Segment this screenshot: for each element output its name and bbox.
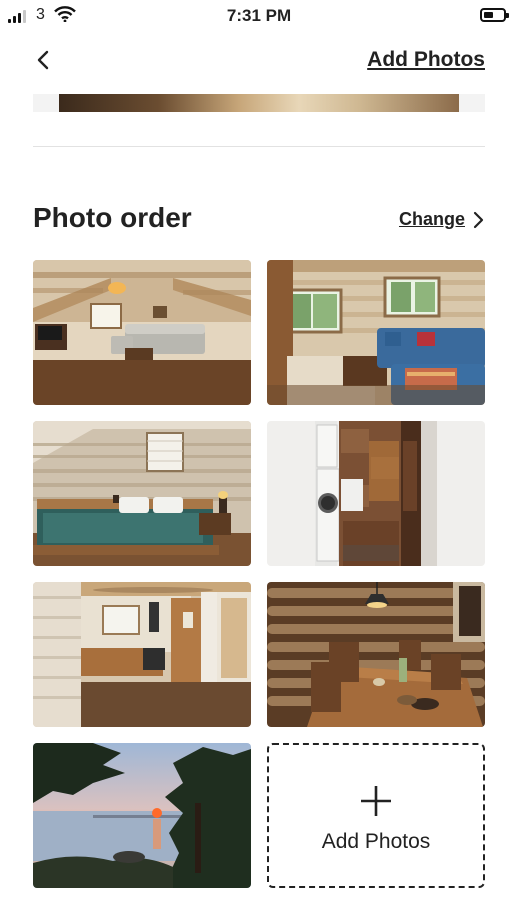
change-order-button[interactable]: Change (399, 209, 485, 230)
add-photos-link[interactable]: Add Photos (367, 48, 485, 72)
section-title: Photo order (33, 202, 192, 233)
battery-icon (480, 8, 509, 22)
back-button[interactable] (32, 48, 56, 72)
chevron-left-icon (37, 50, 49, 70)
cover-photo-strip (33, 94, 485, 112)
chevron-right-icon (473, 211, 484, 228)
divider (33, 146, 485, 147)
bedroom-photo[interactable] (33, 421, 251, 566)
dining-room-photo[interactable] (267, 582, 485, 727)
living-room-sofa-photo[interactable] (267, 260, 485, 405)
status-time: 7:31 PM (226, 6, 292, 25)
plus-icon (361, 785, 391, 816)
lake-sunset-photo[interactable] (33, 743, 251, 888)
attic-living-room-photo[interactable] (33, 260, 251, 405)
cover-photo-image (59, 94, 459, 112)
kitchen-photo[interactable] (33, 582, 251, 727)
change-label: Change (398, 209, 465, 229)
add-photos-tile[interactable]: Add Photos (267, 743, 485, 888)
status-bar: 3 7:31 PM (0, 0, 518, 34)
add-photos-tile-label: Add Photos (321, 829, 431, 853)
bathroom-laundry-photo[interactable] (267, 421, 485, 566)
